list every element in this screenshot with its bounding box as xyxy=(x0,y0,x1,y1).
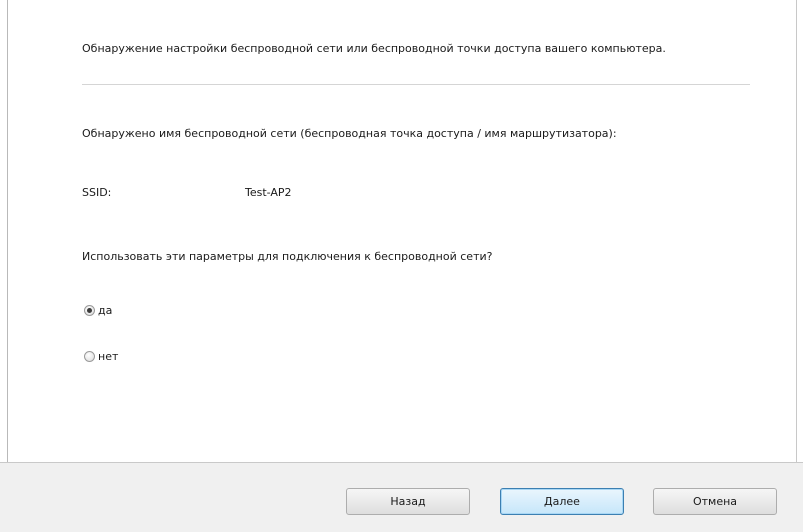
ssid-label: SSID: xyxy=(82,186,112,199)
radio-checked-icon[interactable] xyxy=(84,305,95,316)
detected-network-label: Обнаружено имя беспроводной сети (беспро… xyxy=(82,127,617,140)
radio-unchecked-icon[interactable] xyxy=(84,351,95,362)
use-settings-question: Использовать эти параметры для подключен… xyxy=(82,250,493,263)
radio-option-no[interactable]: нет xyxy=(84,350,118,363)
wizard-window: Обнаружение настройки беспроводной сети … xyxy=(0,0,803,532)
wizard-content: Обнаружение настройки беспроводной сети … xyxy=(0,0,803,462)
next-button[interactable]: Далее xyxy=(500,488,624,515)
header-divider xyxy=(82,84,750,85)
button-bar: Назад Далее Отмена xyxy=(0,463,803,532)
cancel-button[interactable]: Отмена xyxy=(653,488,777,515)
ssid-value: Test-AP2 xyxy=(245,186,292,199)
radio-no-label[interactable]: нет xyxy=(98,350,118,363)
back-button[interactable]: Назад xyxy=(346,488,470,515)
radio-option-yes[interactable]: да xyxy=(84,304,112,317)
radio-yes-label[interactable]: да xyxy=(98,304,112,317)
header-text: Обнаружение настройки беспроводной сети … xyxy=(82,42,666,55)
